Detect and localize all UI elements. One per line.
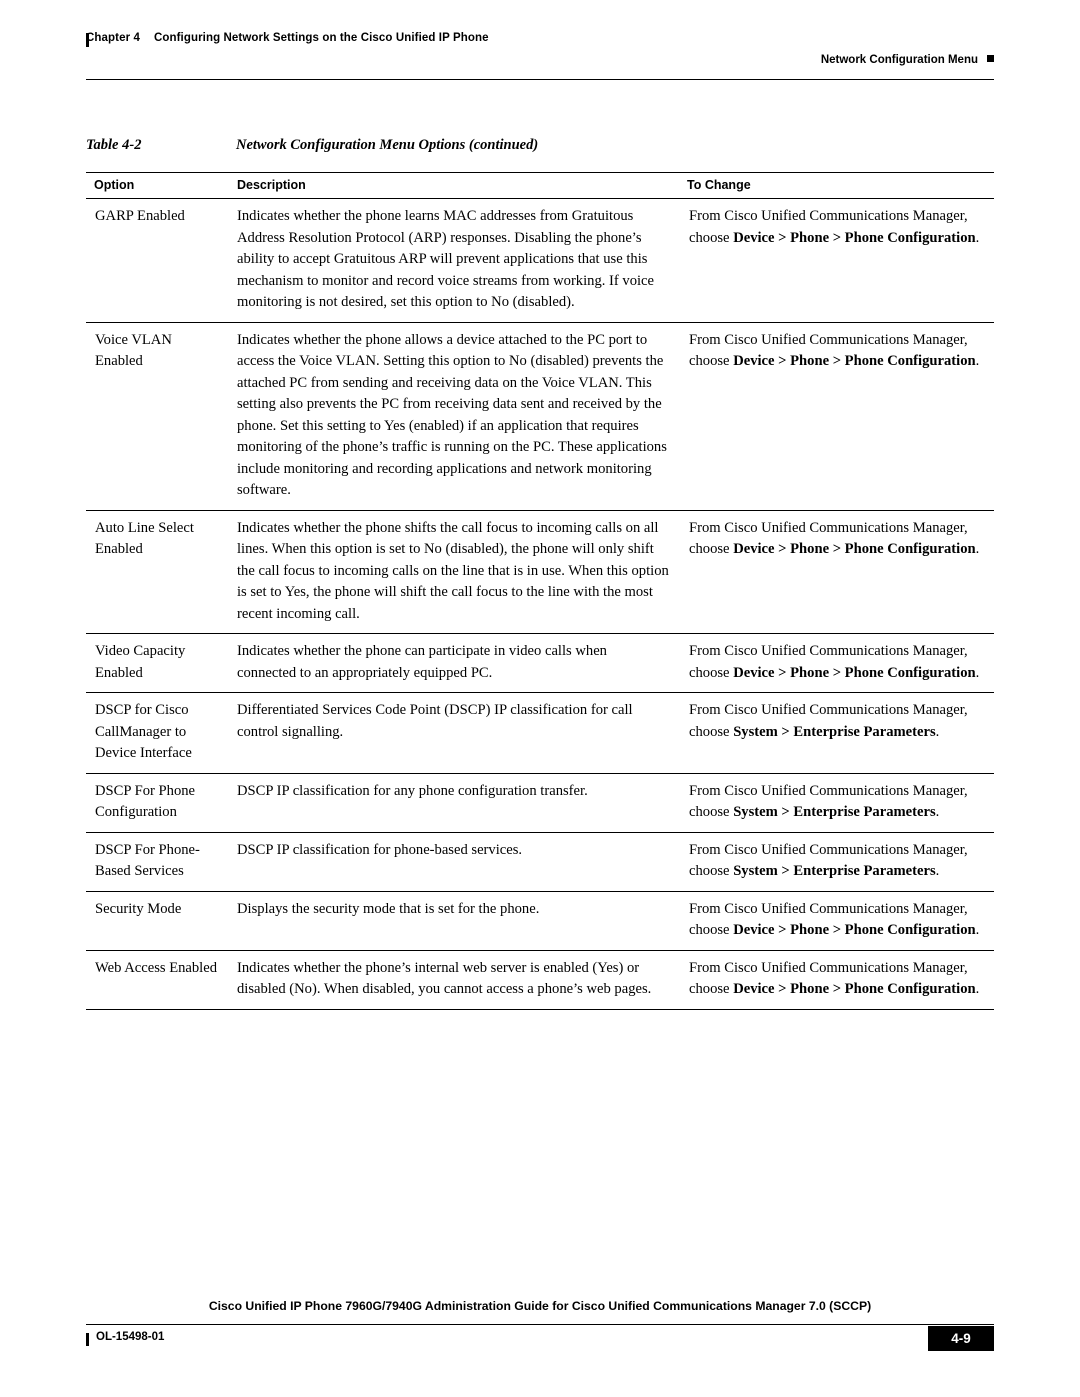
to-change-path: Device > Phone > Phone Configuration (733, 229, 976, 246)
table-row: Video Capacity Enabled Indicates whether … (86, 633, 994, 693)
cell-to-change: From Cisco Unified Communications Manage… (679, 322, 994, 511)
header-chapter-number: Chapter 4 (86, 32, 140, 44)
to-change-tail: . (975, 664, 980, 681)
cell-to-change: From Cisco Unified Communications Manage… (679, 692, 994, 774)
table-header-row: Option Description To Change (86, 172, 994, 199)
to-change-path: System > Enterprise Parameters (733, 863, 936, 879)
cell-option: DSCP For Phone-Based Services (86, 832, 229, 892)
cell-to-change: From Cisco Unified Communications Manage… (679, 832, 994, 892)
table-caption: Table 4-2 Network Configuration Menu Opti… (86, 137, 538, 154)
table-caption-number: Table 4-2 (86, 137, 142, 153)
header-square-icon (987, 55, 994, 62)
cell-description: Displays the security mode that is set f… (229, 891, 679, 951)
cell-description: DSCP IP classification for phone-based s… (229, 832, 679, 892)
footer-divider (86, 1324, 994, 1325)
cell-description: Indicates whether the phone can particip… (229, 633, 679, 693)
cell-description: Differentiated Services Code Point (DSCP… (229, 692, 679, 774)
cell-to-change: From Cisco Unified Communications Manage… (679, 950, 994, 1010)
cell-to-change: From Cisco Unified Communications Manage… (679, 773, 994, 833)
table-caption-title: Network Configuration Menu Options (cont… (236, 137, 539, 153)
cell-description: Indicates whether the phone’s internal w… (229, 950, 679, 1010)
to-change-tail: . (975, 353, 980, 369)
page-number-badge: 4-9 (928, 1326, 994, 1351)
table-row: Auto Line Select Enabled Indicates whethe… (86, 510, 994, 634)
cell-option: GARP Enabled (86, 198, 229, 323)
to-change-path: Device > Phone > Phone Configuration (733, 981, 976, 997)
footer-title: Cisco Unified IP Phone 7960G/7940G Admin… (208, 1299, 872, 1313)
to-change-path: System > Enterprise Parameters (733, 804, 936, 820)
cell-description: DSCP IP classification for any phone con… (229, 773, 679, 833)
table-row: GARP Enabled Indicates whether the phone … (86, 198, 994, 323)
footer-doc-id-group: OL-15498-01 (86, 1331, 165, 1346)
header-chapter-title: Configuring Network Settings on the Cisc… (153, 32, 489, 44)
cell-option: Video Capacity Enabled (86, 633, 229, 693)
to-change-path: Device > Phone > Phone Configuration (733, 664, 976, 681)
table-row: DSCP for Cisco CallManager to Device Int… (86, 692, 994, 774)
table-row: DSCP For Phone Configuration DSCP IP clas… (86, 773, 994, 833)
cell-to-change: From Cisco Unified Communications Manage… (679, 198, 994, 323)
column-header-option: Option (86, 172, 229, 199)
to-change-tail: . (935, 723, 940, 740)
network-config-options-table: Option Description To Change GARP Enable… (86, 172, 994, 1010)
column-header-description: Description (229, 172, 679, 199)
cell-to-change: From Cisco Unified Communications Manage… (679, 891, 994, 951)
footer-doc-id: OL-15498-01 (96, 1331, 165, 1343)
header-chapter-line: Chapter 4 Configuring Network Settings on… (86, 32, 489, 44)
cell-option: DSCP for Cisco CallManager to Device Int… (86, 692, 229, 774)
to-change-tail: . (975, 922, 980, 938)
cell-description: Indicates whether the phone shifts the c… (229, 510, 679, 634)
table-row: Voice VLAN Enabled Indicates whether the … (86, 322, 994, 511)
cell-to-change: From Cisco Unified Communications Manage… (679, 633, 994, 693)
cell-description: Indicates whether the phone allows a dev… (229, 322, 679, 511)
header-section: Network Configuration Menu (821, 54, 994, 66)
footer-bar-marker (86, 1333, 89, 1346)
to-change-path: Device > Phone > Phone Configuration (733, 922, 976, 938)
cell-option: Auto Line Select Enabled (86, 510, 229, 634)
table-row: DSCP For Phone-Based Services DSCP IP cla… (86, 832, 994, 892)
to-change-tail: . (935, 863, 940, 879)
cell-option: DSCP For Phone Configuration (86, 773, 229, 833)
to-change-path: Device > Phone > Phone Configuration (733, 541, 976, 557)
header-section-label: Network Configuration Menu (820, 54, 978, 66)
cell-option: Security Mode (86, 891, 229, 951)
header-divider (86, 79, 994, 80)
cell-option: Web Access Enabled (86, 950, 229, 1010)
cell-to-change: From Cisco Unified Communications Manage… (679, 510, 994, 634)
table-row: Security Mode Displays the security mode … (86, 891, 994, 951)
to-change-tail: . (975, 981, 980, 997)
document-page: Chapter 4 Configuring Network Settings on… (0, 0, 1080, 1397)
cell-description: Indicates whether the phone learns MAC a… (229, 198, 679, 323)
cell-option: Voice VLAN Enabled (86, 322, 229, 511)
to-change-path: System > Enterprise Parameters (733, 723, 936, 740)
to-change-path: Device > Phone > Phone Configuration (733, 353, 976, 369)
table-row: Web Access Enabled Indicates whether the … (86, 950, 994, 1010)
column-header-to-change: To Change (679, 172, 994, 199)
to-change-tail: . (975, 229, 980, 246)
page-header: Chapter 4 Configuring Network Settings on… (86, 32, 994, 82)
to-change-tail: . (975, 541, 980, 557)
to-change-tail: . (935, 804, 940, 820)
table-body: GARP Enabled Indicates whether the phone … (86, 198, 994, 1010)
